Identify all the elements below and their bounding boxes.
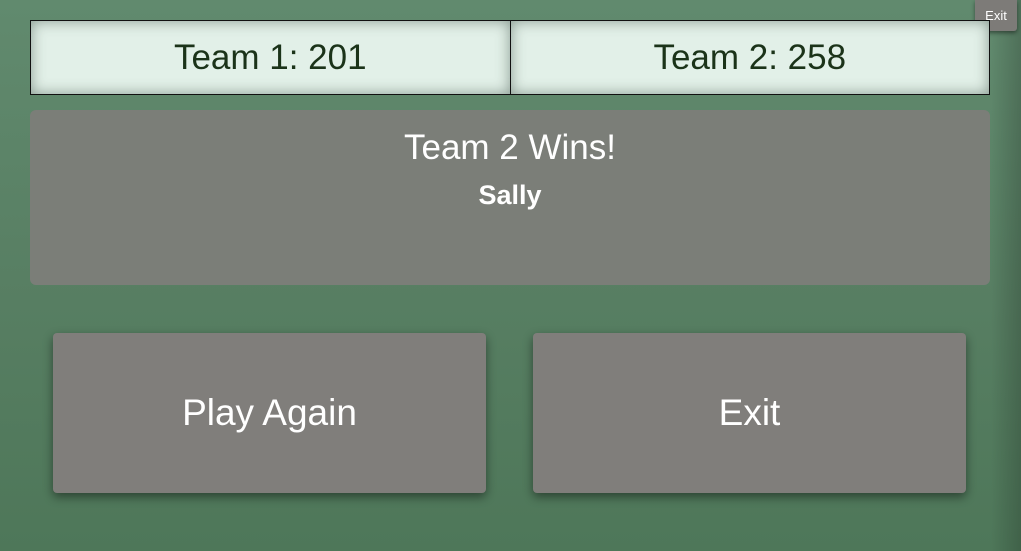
team-1-score: Team 1: 201 [30,20,511,95]
exit-button[interactable]: Exit [533,333,966,493]
winner-title: Team 2 Wins! [404,128,616,167]
winner-player-name: Sally [478,180,542,210]
result-panel: Team 2 Wins! Sally [30,110,990,285]
edge-shade [991,0,1021,551]
play-again-button[interactable]: Play Again [53,333,486,493]
scoreboard: Team 1: 201 Team 2: 258 [30,20,990,95]
team-2-score: Team 2: 258 [510,20,990,95]
